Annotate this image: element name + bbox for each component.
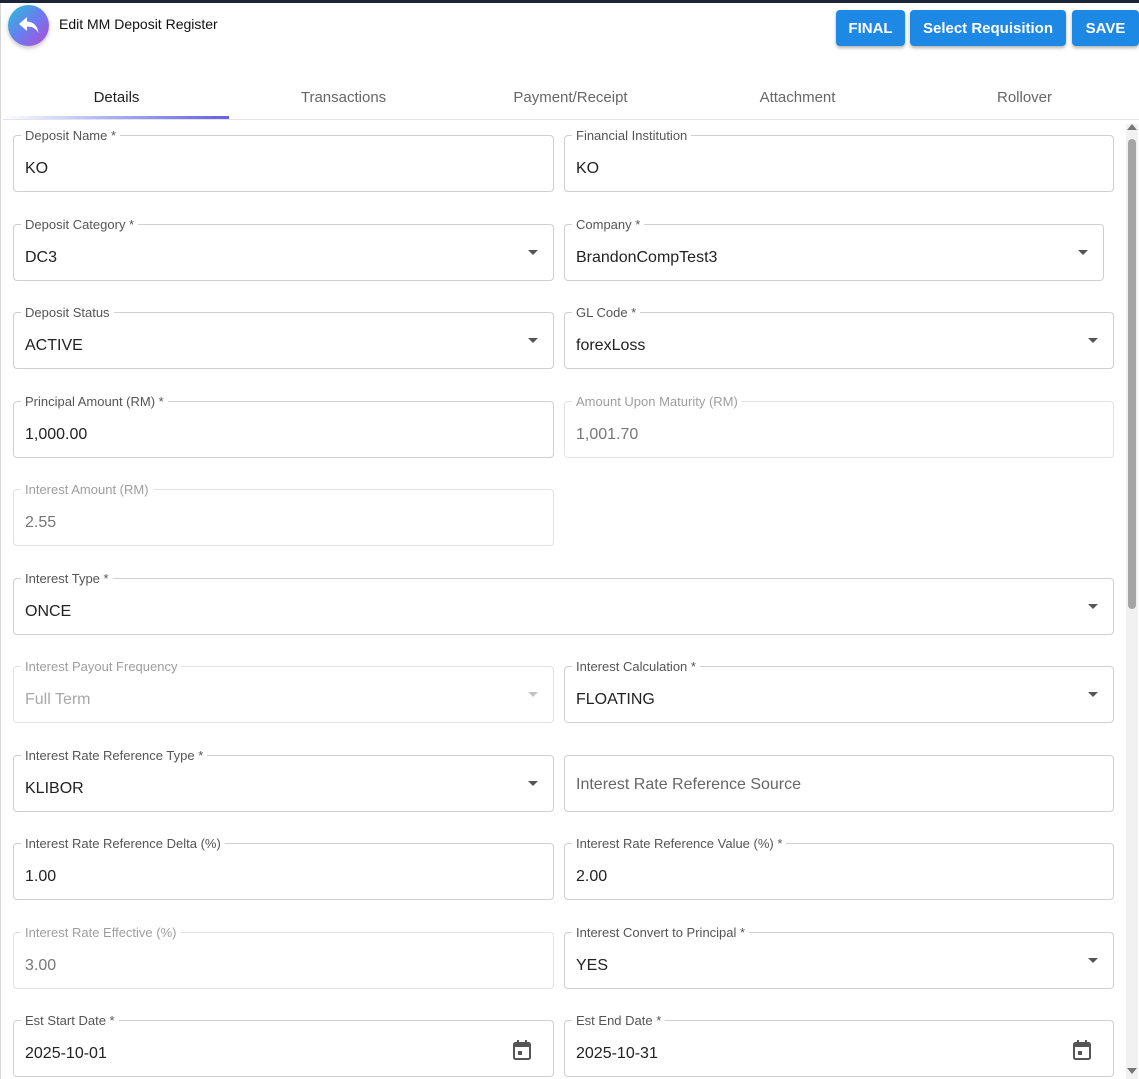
amount-upon-maturity-label: Amount Upon Maturity (RM) xyxy=(572,394,742,409)
gl-code-value: forexLoss xyxy=(576,337,646,354)
scrollbar-thumb[interactable] xyxy=(1128,139,1136,609)
tab-details[interactable]: Details xyxy=(3,75,230,119)
interest-calculation-value: FLOATING xyxy=(576,691,655,708)
interest-rate-effective-field: Interest Rate Effective (%) 3.00 xyxy=(13,925,554,989)
chevron-down-icon[interactable] xyxy=(528,781,538,786)
deposit-category-select[interactable]: Deposit Category * DC3 xyxy=(13,217,554,281)
chevron-down-icon[interactable] xyxy=(1088,338,1098,343)
interest-amount-value: 2.55 xyxy=(25,514,57,531)
final-button[interactable]: FINAL xyxy=(836,10,905,46)
interest-rate-reference-type-select[interactable]: Interest Rate Reference Type * KLIBOR xyxy=(13,748,554,812)
interest-type-value: ONCE xyxy=(25,603,72,620)
interest-rate-reference-delta-field[interactable]: Interest Rate Reference Delta (%) 1.00 xyxy=(13,836,554,900)
interest-payout-frequency-label: Interest Payout Frequency xyxy=(21,659,182,674)
interest-calculation-label: Interest Calculation * xyxy=(572,659,700,674)
interest-rate-effective-label: Interest Rate Effective (%) xyxy=(21,925,181,940)
chevron-down-icon[interactable] xyxy=(528,338,538,343)
page-title: Edit MM Deposit Register xyxy=(59,16,218,32)
back-button[interactable] xyxy=(8,5,49,46)
calendar-icon[interactable] xyxy=(1073,1040,1091,1060)
interest-convert-to-principal-value: YES xyxy=(576,957,609,974)
tab-bar: Details Transactions Payment/Receipt Att… xyxy=(3,75,1139,120)
save-button[interactable]: SAVE xyxy=(1072,10,1139,46)
financial-institution-field[interactable]: Financial Institution KO xyxy=(564,128,1114,192)
deposit-category-value: DC3 xyxy=(25,249,58,266)
scroll-down-arrow-icon[interactable] xyxy=(1127,1068,1137,1074)
interest-rate-reference-delta-value[interactable]: 1.00 xyxy=(25,868,56,886)
chevron-down-icon[interactable] xyxy=(1088,692,1098,697)
gl-code-label: GL Code * xyxy=(572,305,641,320)
deposit-name-field[interactable]: Deposit Name * KO xyxy=(13,128,554,192)
interest-type-label: Interest Type * xyxy=(21,571,113,586)
window-top-border xyxy=(0,0,1139,3)
interest-rate-reference-value-value[interactable]: 2.00 xyxy=(576,868,607,886)
tab-transactions[interactable]: Transactions xyxy=(230,75,457,119)
deposit-category-label: Deposit Category * xyxy=(21,217,139,232)
est-end-date-value[interactable]: 2025-10-31 xyxy=(576,1045,658,1063)
interest-payout-frequency-select: Interest Payout Frequency Full Term xyxy=(13,659,554,723)
interest-rate-reference-source-placeholder[interactable]: Interest Rate Reference Source xyxy=(576,776,801,794)
est-start-date-field[interactable]: Est Start Date * 2025-10-01 xyxy=(13,1013,554,1077)
chevron-down-icon[interactable] xyxy=(1088,958,1098,963)
interest-calculation-select[interactable]: Interest Calculation * FLOATING xyxy=(564,659,1114,723)
interest-convert-to-principal-select[interactable]: Interest Convert to Principal * YES xyxy=(564,925,1114,989)
deposit-status-select[interactable]: Deposit Status ACTIVE xyxy=(13,305,554,369)
company-value: BrandonCompTest3 xyxy=(576,249,718,266)
interest-rate-reference-value-field[interactable]: Interest Rate Reference Value (%) * 2.00 xyxy=(564,836,1114,900)
interest-amount-field: Interest Amount (RM) 2.55 xyxy=(13,482,554,546)
principal-amount-label: Principal Amount (RM) * xyxy=(21,394,168,409)
est-end-date-field[interactable]: Est End Date * 2025-10-31 xyxy=(564,1013,1114,1077)
deposit-status-label: Deposit Status xyxy=(21,305,114,320)
amount-upon-maturity-field: Amount Upon Maturity (RM) 1,001.70 xyxy=(564,394,1114,458)
est-start-date-value[interactable]: 2025-10-01 xyxy=(25,1045,107,1063)
chevron-down-icon[interactable] xyxy=(1078,250,1088,255)
interest-rate-reference-value-label: Interest Rate Reference Value (%) * xyxy=(572,836,787,851)
gl-code-select[interactable]: GL Code * forexLoss xyxy=(564,305,1114,369)
interest-amount-label: Interest Amount (RM) xyxy=(21,482,153,497)
window-left-border xyxy=(0,3,1,1079)
est-start-date-label: Est Start Date * xyxy=(21,1013,119,1028)
active-tab-indicator xyxy=(3,116,229,119)
company-select[interactable]: Company * BrandonCompTest3 xyxy=(564,217,1104,281)
financial-institution-label: Financial Institution xyxy=(572,128,692,143)
interest-rate-effective-value: 3.00 xyxy=(25,957,57,974)
chevron-down-icon xyxy=(528,692,538,697)
interest-rate-reference-type-label: Interest Rate Reference Type * xyxy=(21,748,208,763)
interest-rate-reference-delta-label: Interest Rate Reference Delta (%) xyxy=(21,836,225,851)
calendar-icon[interactable] xyxy=(513,1040,531,1060)
interest-type-select[interactable]: Interest Type * ONCE xyxy=(13,571,1114,635)
est-end-date-label: Est End Date * xyxy=(572,1013,666,1028)
company-label: Company * xyxy=(572,217,645,232)
tab-attachment[interactable]: Attachment xyxy=(684,75,911,119)
deposit-status-value: ACTIVE xyxy=(25,337,83,354)
financial-institution-value[interactable]: KO xyxy=(576,160,599,178)
interest-payout-frequency-value: Full Term xyxy=(25,691,91,708)
interest-convert-to-principal-label: Interest Convert to Principal * xyxy=(572,925,750,940)
chevron-down-icon[interactable] xyxy=(1088,604,1098,609)
back-arrow-icon xyxy=(19,17,39,33)
amount-upon-maturity-value: 1,001.70 xyxy=(576,426,639,443)
tab-payment-receipt[interactable]: Payment/Receipt xyxy=(457,75,684,119)
deposit-name-value[interactable]: KO xyxy=(25,160,48,178)
deposit-name-label: Deposit Name * xyxy=(21,128,121,143)
scroll-up-arrow-icon[interactable] xyxy=(1127,124,1137,130)
principal-amount-value[interactable]: 1,000.00 xyxy=(25,426,87,444)
principal-amount-field[interactable]: Principal Amount (RM) * 1,000.00 xyxy=(13,394,554,458)
select-requisition-button[interactable]: Select Requisition xyxy=(910,10,1066,46)
interest-rate-reference-type-value: KLIBOR xyxy=(25,780,84,797)
tab-rollover[interactable]: Rollover xyxy=(911,75,1138,119)
chevron-down-icon[interactable] xyxy=(528,250,538,255)
interest-rate-reference-source-field[interactable]: Interest Rate Reference Source xyxy=(564,755,1114,812)
